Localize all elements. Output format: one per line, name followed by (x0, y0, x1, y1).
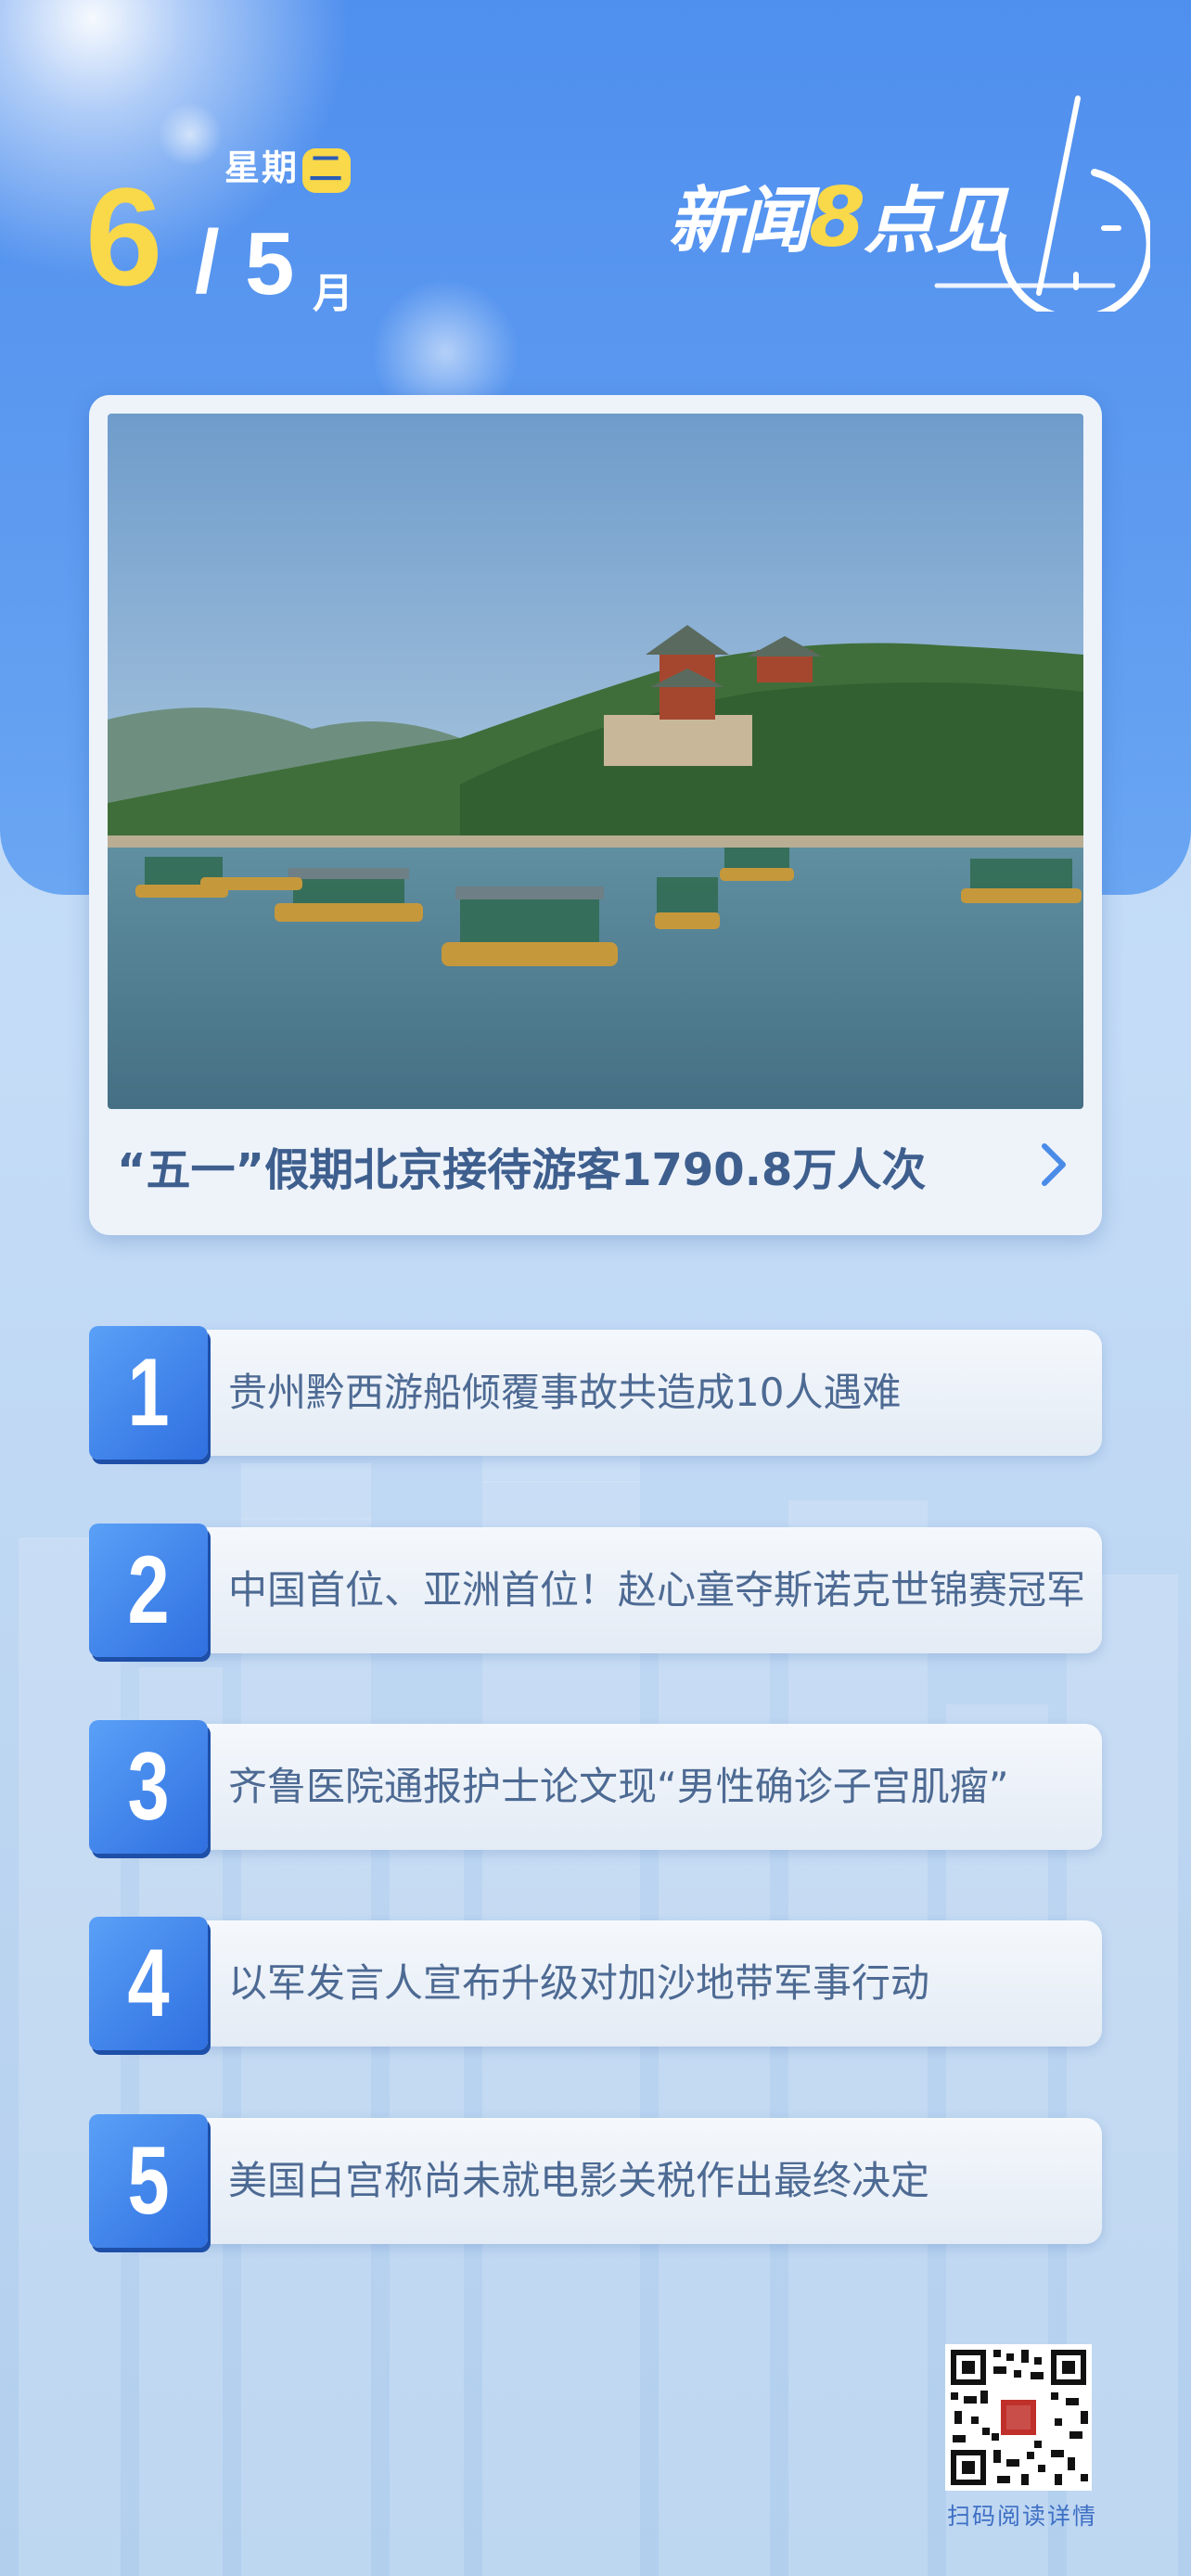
news-headline[interactable]: 以军发言人宣布升级对加沙地带军事行动 (228, 1917, 929, 2050)
news-number-badge: 1 (89, 1326, 208, 1460)
month-suffix: 月 (313, 270, 353, 317)
news-poster: 星期二 6 / 5 月 新闻8点见 “五一”假期北京接待游客1790.8万人次 … (0, 0, 1191, 2576)
news-number-badge: 4 (89, 1917, 208, 2050)
news-item-5[interactable]: 5 美国白宫称尚未就电影关税作出最终决定 (89, 2114, 1102, 2248)
news-number-badge: 3 (89, 1720, 208, 1854)
news-number-badge: 2 (89, 1524, 208, 1657)
weekday-badge: 二 (302, 148, 352, 193)
news-number-badge: 5 (89, 2114, 208, 2248)
news-number: 3 (127, 1733, 170, 1841)
news-item-4[interactable]: 4 以军发言人宣布升级对加沙地带军事行动 (89, 1917, 1102, 2050)
featured-news-title[interactable]: “五一”假期北京接待游客1790.8万人次 (117, 1133, 1007, 1198)
news-headline[interactable]: 齐鲁医院通报护士论文现“男性确诊子宫肌瘤” (228, 1720, 1009, 1854)
news-number: 4 (127, 1930, 170, 2037)
logo-part-news: 新闻 (668, 180, 811, 263)
news-number: 2 (127, 1537, 170, 1644)
weekday: 星期二 (224, 139, 352, 193)
news-headline[interactable]: 贵州黔西游船倾覆事故共造成10人遇难 (228, 1326, 901, 1460)
day-number: 6 (85, 159, 163, 314)
weekday-prefix: 星期 (224, 147, 300, 188)
logo-part-eight: 8 (809, 170, 865, 265)
news-item-1[interactable]: 1 贵州黔西游船倾覆事故共造成10人遇难 (89, 1326, 1102, 1460)
news-number: 5 (127, 2127, 170, 2235)
news-headline[interactable]: 中国首位、亚洲首位！赵心童夺斯诺克世锦赛冠军 (228, 1524, 1085, 1657)
qr-caption: 扫码阅读详情 (946, 2503, 1097, 2530)
date-display: 星期二 6 / 5 月 (85, 139, 401, 325)
logo-part-see: 点见 (864, 180, 1006, 263)
news-number: 1 (127, 1339, 170, 1447)
month-number: 5 (245, 214, 295, 313)
news-headline[interactable]: 美国白宫称尚未就电影关税作出最终决定 (228, 2114, 929, 2248)
news-item-2[interactable]: 2 中国首位、亚洲首位！赵心童夺斯诺克世锦赛冠军 (89, 1524, 1102, 1657)
date-slash: / (195, 212, 220, 312)
brand-logo: 新闻8点见 (668, 89, 1150, 312)
featured-news-card[interactable]: “五一”假期北京接待游客1790.8万人次 (89, 395, 1102, 1235)
logo-text: 新闻8点见 (668, 163, 1006, 267)
news-item-3[interactable]: 3 齐鲁医院通报护士论文现“男性确诊子宫肌瘤” (89, 1720, 1102, 1854)
summer-palace-photo (108, 414, 1083, 1109)
qr-code[interactable] (945, 2344, 1092, 2491)
chevron-right-icon[interactable] (1033, 1137, 1074, 1192)
